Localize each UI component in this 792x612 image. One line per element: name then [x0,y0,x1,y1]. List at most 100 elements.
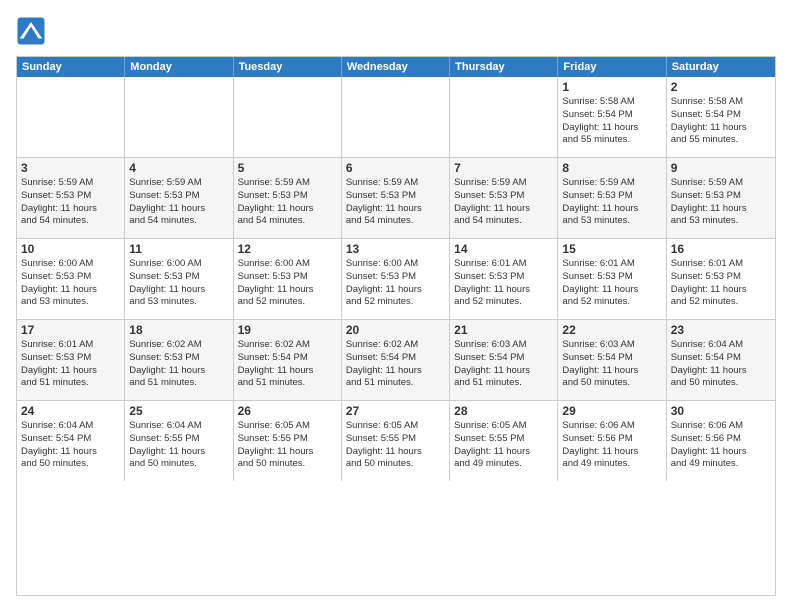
day-number: 20 [346,323,445,337]
day-number: 29 [562,404,661,418]
day-info: Sunrise: 6:01 AM Sunset: 5:53 PM Dayligh… [21,339,120,390]
calendar-cell: 4 Sunrise: 5:59 AM Sunset: 5:53 PM Daylig… [125,158,233,238]
day-info: Sunrise: 6:06 AM Sunset: 5:56 PM Dayligh… [562,420,661,471]
calendar-cell: 14 Sunrise: 6:01 AM Sunset: 5:53 PM Dayli… [450,239,558,319]
calendar-cell: 20 Sunrise: 6:02 AM Sunset: 5:54 PM Dayli… [342,320,450,400]
day-number: 26 [238,404,337,418]
day-number: 16 [671,242,771,256]
day-info: Sunrise: 5:58 AM Sunset: 5:54 PM Dayligh… [562,96,661,147]
header-day-saturday: Saturday [667,57,775,77]
day-number: 18 [129,323,228,337]
day-info: Sunrise: 5:59 AM Sunset: 5:53 PM Dayligh… [454,177,553,228]
calendar-cell: 18 Sunrise: 6:02 AM Sunset: 5:53 PM Dayli… [125,320,233,400]
day-info: Sunrise: 6:04 AM Sunset: 5:54 PM Dayligh… [21,420,120,471]
calendar-row: 17 Sunrise: 6:01 AM Sunset: 5:53 PM Dayli… [17,320,775,401]
day-number: 6 [346,161,445,175]
day-number: 19 [238,323,337,337]
day-info: Sunrise: 6:01 AM Sunset: 5:53 PM Dayligh… [671,258,771,309]
day-info: Sunrise: 6:05 AM Sunset: 5:55 PM Dayligh… [346,420,445,471]
calendar-cell: 11 Sunrise: 6:00 AM Sunset: 5:53 PM Dayli… [125,239,233,319]
day-number: 8 [562,161,661,175]
day-info: Sunrise: 6:03 AM Sunset: 5:54 PM Dayligh… [454,339,553,390]
calendar-cell [450,77,558,157]
day-number: 17 [21,323,120,337]
day-number: 24 [21,404,120,418]
day-info: Sunrise: 5:59 AM Sunset: 5:53 PM Dayligh… [238,177,337,228]
day-info: Sunrise: 5:59 AM Sunset: 5:53 PM Dayligh… [346,177,445,228]
calendar-cell: 15 Sunrise: 6:01 AM Sunset: 5:53 PM Dayli… [558,239,666,319]
calendar-cell: 24 Sunrise: 6:04 AM Sunset: 5:54 PM Dayli… [17,401,125,481]
day-info: Sunrise: 6:02 AM Sunset: 5:53 PM Dayligh… [129,339,228,390]
calendar-cell: 27 Sunrise: 6:05 AM Sunset: 5:55 PM Dayli… [342,401,450,481]
header-day-thursday: Thursday [450,57,558,77]
calendar-cell: 9Sunrise: 5:59 AM Sunset: 5:53 PM Daylig… [667,158,775,238]
day-info: Sunrise: 6:06 AM Sunset: 5:56 PM Dayligh… [671,420,771,471]
day-info: Sunrise: 6:05 AM Sunset: 5:55 PM Dayligh… [238,420,337,471]
day-info: Sunrise: 6:04 AM Sunset: 5:55 PM Dayligh… [129,420,228,471]
calendar-cell: 10 Sunrise: 6:00 AM Sunset: 5:53 PM Dayli… [17,239,125,319]
calendar-row: 10 Sunrise: 6:00 AM Sunset: 5:53 PM Dayli… [17,239,775,320]
day-number: 13 [346,242,445,256]
header-day-friday: Friday [558,57,666,77]
day-number: 14 [454,242,553,256]
calendar-row: 1 Sunrise: 5:58 AM Sunset: 5:54 PM Daylig… [17,77,775,158]
calendar-cell: 8 Sunrise: 5:59 AM Sunset: 5:53 PM Daylig… [558,158,666,238]
calendar-row: 24 Sunrise: 6:04 AM Sunset: 5:54 PM Dayli… [17,401,775,481]
day-number: 23 [671,323,771,337]
day-number: 2 [671,80,771,94]
day-info: Sunrise: 6:02 AM Sunset: 5:54 PM Dayligh… [238,339,337,390]
day-number: 15 [562,242,661,256]
day-number: 12 [238,242,337,256]
calendar-cell: 3 Sunrise: 5:59 AM Sunset: 5:53 PM Daylig… [17,158,125,238]
day-number: 27 [346,404,445,418]
calendar-cell: 1 Sunrise: 5:58 AM Sunset: 5:54 PM Daylig… [558,77,666,157]
calendar-cell: 6 Sunrise: 5:59 AM Sunset: 5:53 PM Daylig… [342,158,450,238]
day-number: 30 [671,404,771,418]
day-info: Sunrise: 5:59 AM Sunset: 5:53 PM Dayligh… [562,177,661,228]
header [16,16,776,46]
day-info: Sunrise: 6:03 AM Sunset: 5:54 PM Dayligh… [562,339,661,390]
day-number: 4 [129,161,228,175]
day-number: 10 [21,242,120,256]
calendar: SundayMondayTuesdayWednesdayThursdayFrid… [16,56,776,596]
calendar-header: SundayMondayTuesdayWednesdayThursdayFrid… [17,57,775,77]
calendar-cell: 7 Sunrise: 5:59 AM Sunset: 5:53 PM Daylig… [450,158,558,238]
day-number: 22 [562,323,661,337]
calendar-cell: 5Sunrise: 5:59 AM Sunset: 5:53 PM Daylig… [234,158,342,238]
calendar-cell [234,77,342,157]
day-info: Sunrise: 6:00 AM Sunset: 5:53 PM Dayligh… [129,258,228,309]
calendar-cell: 26 Sunrise: 6:05 AM Sunset: 5:55 PM Dayli… [234,401,342,481]
calendar-cell: 21Sunrise: 6:03 AM Sunset: 5:54 PM Dayli… [450,320,558,400]
day-info: Sunrise: 6:04 AM Sunset: 5:54 PM Dayligh… [671,339,771,390]
logo [16,16,48,46]
day-info: Sunrise: 5:58 AM Sunset: 5:54 PM Dayligh… [671,96,771,147]
day-number: 3 [21,161,120,175]
header-day-wednesday: Wednesday [342,57,450,77]
day-number: 1 [562,80,661,94]
calendar-cell [342,77,450,157]
day-info: Sunrise: 5:59 AM Sunset: 5:53 PM Dayligh… [21,177,120,228]
calendar-cell: 28 Sunrise: 6:05 AM Sunset: 5:55 PM Dayli… [450,401,558,481]
day-info: Sunrise: 6:00 AM Sunset: 5:53 PM Dayligh… [346,258,445,309]
day-info: Sunrise: 6:05 AM Sunset: 5:55 PM Dayligh… [454,420,553,471]
calendar-cell: 22 Sunrise: 6:03 AM Sunset: 5:54 PM Dayli… [558,320,666,400]
day-info: Sunrise: 6:00 AM Sunset: 5:53 PM Dayligh… [238,258,337,309]
page: SundayMondayTuesdayWednesdayThursdayFrid… [0,0,792,612]
day-info: Sunrise: 6:01 AM Sunset: 5:53 PM Dayligh… [562,258,661,309]
calendar-row: 3 Sunrise: 5:59 AM Sunset: 5:53 PM Daylig… [17,158,775,239]
calendar-cell: 2 Sunrise: 5:58 AM Sunset: 5:54 PM Daylig… [667,77,775,157]
calendar-cell: 30 Sunrise: 6:06 AM Sunset: 5:56 PM Dayli… [667,401,775,481]
day-number: 28 [454,404,553,418]
day-info: Sunrise: 5:59 AM Sunset: 5:53 PM Dayligh… [129,177,228,228]
day-info: Sunrise: 6:00 AM Sunset: 5:53 PM Dayligh… [21,258,120,309]
calendar-cell: 17 Sunrise: 6:01 AM Sunset: 5:53 PM Dayli… [17,320,125,400]
calendar-cell: 29 Sunrise: 6:06 AM Sunset: 5:56 PM Dayli… [558,401,666,481]
calendar-cell: 25Sunrise: 6:04 AM Sunset: 5:55 PM Dayli… [125,401,233,481]
header-day-tuesday: Tuesday [234,57,342,77]
header-day-monday: Monday [125,57,233,77]
calendar-cell: 23 Sunrise: 6:04 AM Sunset: 5:54 PM Dayli… [667,320,775,400]
day-number: 11 [129,242,228,256]
day-info: Sunrise: 6:02 AM Sunset: 5:54 PM Dayligh… [346,339,445,390]
day-number: 7 [454,161,553,175]
day-info: Sunrise: 6:01 AM Sunset: 5:53 PM Dayligh… [454,258,553,309]
